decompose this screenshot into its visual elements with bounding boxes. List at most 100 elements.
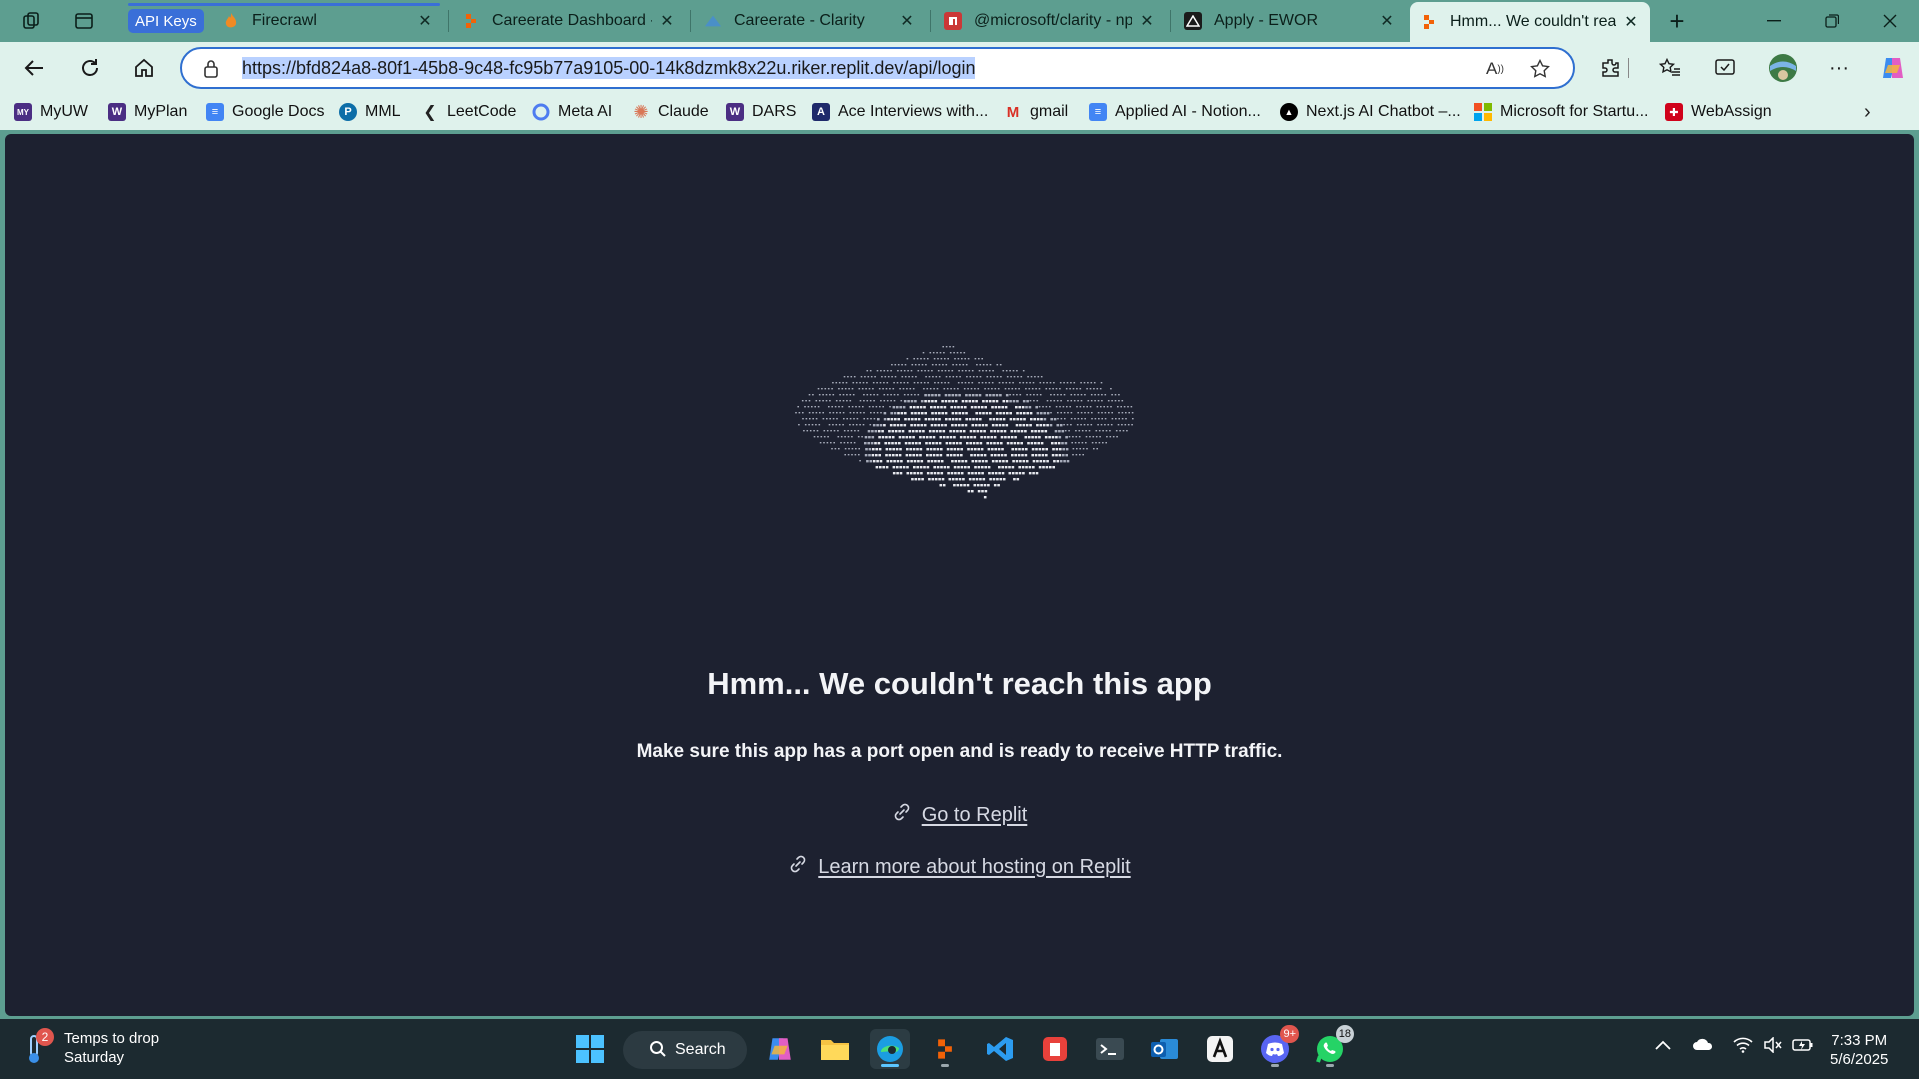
vertical-tabs-icon[interactable] xyxy=(66,6,102,36)
ascii-glyph xyxy=(997,448,1001,451)
battery-charging-icon[interactable] xyxy=(1792,1037,1814,1058)
site-info-lock-icon[interactable] xyxy=(202,59,220,84)
ascii-glyph xyxy=(963,352,966,354)
favorite-star-icon[interactable] xyxy=(1527,58,1553,80)
profile-avatar[interactable] xyxy=(1766,52,1800,84)
replit-app-icon[interactable] xyxy=(925,1029,965,1069)
tab-careerate-clarity[interactable]: Careerate - Clarity ✕ xyxy=(694,3,926,39)
close-icon[interactable]: ✕ xyxy=(416,11,434,31)
ascii-glyph xyxy=(839,400,841,402)
minimize-button[interactable] xyxy=(1745,0,1803,42)
ascii-glyph xyxy=(999,394,1002,397)
tab-firecrawl[interactable]: Firecrawl ✕ xyxy=(212,3,444,39)
ascii-glyph xyxy=(1061,430,1065,433)
address-bar[interactable]: https://bfd824a8-80f1-45b8-9c48-fc95b77a… xyxy=(180,47,1575,89)
close-window-button[interactable] xyxy=(1861,0,1919,42)
close-icon[interactable]: ✕ xyxy=(1622,12,1640,32)
ascii-glyph xyxy=(891,430,895,433)
extensions-icon[interactable] xyxy=(1593,52,1627,84)
close-icon[interactable]: ✕ xyxy=(1138,11,1156,31)
taskbar-search[interactable]: Search xyxy=(623,1031,747,1069)
ascii-glyph xyxy=(1004,454,1007,457)
red-app-icon[interactable] xyxy=(1035,1029,1075,1069)
outlook-icon[interactable] xyxy=(1145,1029,1185,1069)
ascii-glyph xyxy=(1025,448,1028,451)
close-icon[interactable]: ✕ xyxy=(898,11,916,31)
ascii-glyph xyxy=(926,448,929,451)
chevron-up-icon[interactable] xyxy=(1655,1037,1671,1055)
bookmark-nextjs-chatbot[interactable]: ▲ Next.js AI Chatbot –... xyxy=(1280,101,1461,123)
ascii-glyph xyxy=(884,442,887,445)
claude-app-icon[interactable] xyxy=(1200,1029,1240,1069)
discord-icon[interactable]: 9+ xyxy=(1255,1025,1299,1069)
workspaces-icon[interactable] xyxy=(14,6,50,36)
whatsapp-icon[interactable]: 18 xyxy=(1310,1025,1354,1069)
ascii-glyph xyxy=(1019,460,1022,463)
close-icon[interactable]: ✕ xyxy=(658,11,676,31)
file-explorer-icon[interactable] xyxy=(815,1029,855,1069)
bookmark-myuw[interactable]: MY MyUW xyxy=(14,101,88,123)
home-button[interactable] xyxy=(126,50,162,86)
bookmark-leetcode[interactable]: ❮ LeetCode xyxy=(421,101,516,123)
ewor-icon xyxy=(1184,12,1202,30)
ascii-glyph xyxy=(1100,424,1103,426)
close-icon[interactable]: ✕ xyxy=(1378,11,1396,31)
tab-replit-error[interactable]: Hmm... We couldn't reach ✕ xyxy=(1410,2,1650,42)
ascii-glyph xyxy=(964,460,968,463)
vscode-icon[interactable] xyxy=(980,1029,1020,1069)
tab-careerate-dashboard[interactable]: Careerate Dashboard - R ✕ xyxy=(452,3,686,39)
url-text[interactable]: https://bfd824a8-80f1-45b8-9c48-fc95b77a… xyxy=(242,57,976,79)
bookmark-claude[interactable]: ✺ Claude xyxy=(632,101,708,123)
ascii-glyph xyxy=(1039,394,1042,396)
bookmark-myplan[interactable]: W MyPlan xyxy=(108,101,187,123)
ascii-glyph xyxy=(949,346,951,348)
tab-apply-ewor[interactable]: Apply - EWOR ✕ xyxy=(1174,3,1406,39)
tab-group-label[interactable]: API Keys xyxy=(128,9,204,33)
chevron-right-icon[interactable]: › xyxy=(1864,101,1871,124)
ascii-glyph xyxy=(1043,412,1046,415)
bookmark-gmail[interactable]: M gmail xyxy=(1004,101,1068,123)
start-button[interactable] xyxy=(570,1029,610,1069)
browser-essentials-icon[interactable] xyxy=(1708,52,1742,84)
ascii-glyph xyxy=(908,430,912,433)
ascii-glyph xyxy=(996,442,1000,445)
tab-npm-clarity[interactable]: @microsoft/clarity - npm ✕ xyxy=(934,3,1166,39)
ascii-glyph xyxy=(945,376,948,378)
ascii-glyph xyxy=(1091,412,1093,414)
system-clock[interactable]: 7:33 PM 5/6/2025 xyxy=(1830,1031,1888,1069)
new-tab-button[interactable]: + xyxy=(1660,6,1694,36)
bookmark-applied-ai-notion[interactable]: ≡ Applied AI - Notion... xyxy=(1089,101,1261,123)
ascii-glyph xyxy=(993,436,997,439)
copilot-app-icon[interactable] xyxy=(760,1029,800,1069)
back-button[interactable] xyxy=(16,50,52,86)
copilot-icon[interactable] xyxy=(1876,52,1910,84)
bookmark-ace-interviews[interactable]: A Ace Interviews with... xyxy=(812,101,988,123)
edge-browser-icon[interactable] xyxy=(870,1029,910,1069)
volume-muted-icon[interactable] xyxy=(1763,1036,1783,1058)
bookmark-label: Meta AI xyxy=(558,103,613,120)
bookmark-microsoft-startups[interactable]: Microsoft for Startu... xyxy=(1474,101,1648,123)
wifi-icon[interactable] xyxy=(1733,1037,1753,1058)
go-to-replit-link[interactable]: Go to Replit xyxy=(922,804,1028,827)
ascii-glyph xyxy=(947,472,950,475)
ascii-glyph xyxy=(872,406,874,408)
bookmark-webassign[interactable]: ✚ WebAssign xyxy=(1665,101,1772,123)
terminal-icon[interactable] xyxy=(1090,1029,1130,1069)
bookmark-meta-ai[interactable]: Meta AI xyxy=(532,101,612,123)
ascii-glyph xyxy=(891,364,893,366)
ascii-glyph xyxy=(903,394,906,396)
more-options-icon[interactable]: ··· xyxy=(1822,52,1856,84)
bookmark-google-docs[interactable]: ≡ Google Docs xyxy=(206,101,325,123)
favorites-icon[interactable] xyxy=(1653,52,1687,84)
refresh-button[interactable] xyxy=(72,50,108,86)
bookmark-mml[interactable]: P MML xyxy=(339,101,401,123)
learn-more-hosting-link[interactable]: Learn more about hosting on Replit xyxy=(818,856,1130,879)
restore-button[interactable] xyxy=(1803,0,1861,42)
onedrive-cloud-icon[interactable] xyxy=(1692,1037,1714,1056)
read-aloud-icon[interactable]: A)) xyxy=(1482,58,1508,80)
replit-icon xyxy=(1420,13,1438,31)
ascii-glyph xyxy=(1001,466,1004,469)
weather-widget[interactable]: 2 Temps to drop Saturday xyxy=(22,1028,159,1067)
ascii-glyph xyxy=(867,430,871,433)
bookmark-dars[interactable]: W DARS xyxy=(726,101,796,123)
